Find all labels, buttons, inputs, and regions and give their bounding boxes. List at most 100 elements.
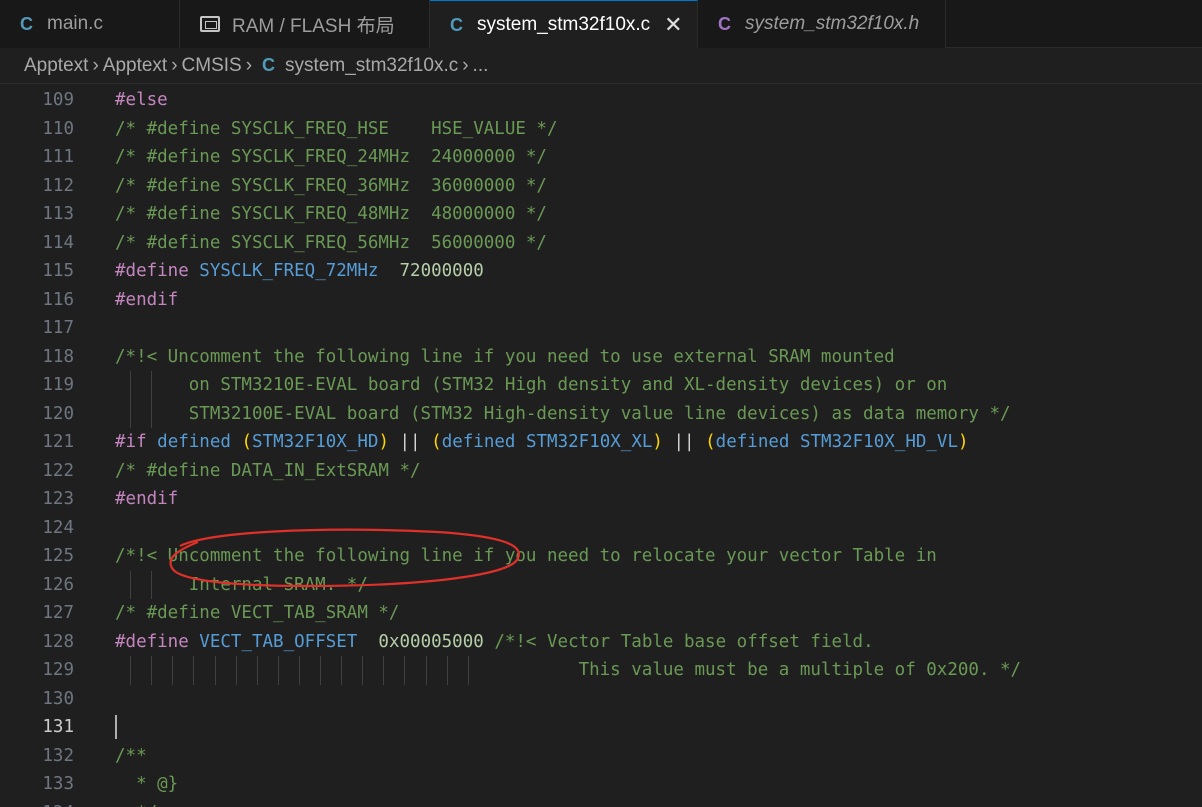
code-line[interactable]: 126 Internal SRAM. */ <box>0 570 1202 600</box>
token-com: /* #define SYSCLK_FREQ_24MHz 24000000 */ <box>115 147 547 167</box>
code-line[interactable]: 131 <box>0 713 1202 742</box>
token-com: /*!< Vector Table base offset field. <box>494 631 874 652</box>
code-line[interactable]: 130 <box>0 685 1202 714</box>
line-number: 129 <box>42 660 74 680</box>
line-number: 116 <box>42 289 74 310</box>
chevron-right-icon: › <box>92 54 99 76</box>
line-number: 119 <box>42 375 74 395</box>
code-line[interactable]: 133 * @} <box>0 770 1202 799</box>
token-com: /** <box>115 745 147 766</box>
code-text: /*!< Uncomment the following line if you… <box>115 542 937 571</box>
token-pp: #else <box>115 90 168 110</box>
code-text: Internal SRAM. */ <box>115 571 368 600</box>
token-par: ) <box>378 432 389 452</box>
code-line[interactable]: 122 /* #define DATA_IN_ExtSRAM */ <box>0 457 1202 486</box>
code-line[interactable]: 115 #define SYSCLK_FREQ_72MHz 72000000 <box>0 257 1202 286</box>
code-text: /* #define SYSCLK_FREQ_48MHz 48000000 */ <box>115 200 547 229</box>
code-line[interactable]: 125 /*!< Uncomment the following line if … <box>0 542 1202 571</box>
code-line[interactable]: 118 /*!< Uncomment the following line if … <box>0 343 1202 372</box>
token-pp: #endif <box>115 289 179 310</box>
token-com: /* #define SYSCLK_FREQ_36MHz 36000000 */ <box>115 175 547 196</box>
tab-2[interactable]: Csystem_stm32f10x.c ✕ <box>430 0 698 49</box>
code-line[interactable]: 112 /* #define SYSCLK_FREQ_36MHz 36000000… <box>0 172 1202 201</box>
code-line[interactable]: 121 #if defined (STM32F10X_HD) || (define… <box>0 428 1202 457</box>
code-line[interactable]: 129 This value must be a multiple of 0x2… <box>0 656 1202 685</box>
tab-bar: Cmain.c RAM / FLASH 布局 Csystem_stm32f10x.c… <box>0 0 1202 49</box>
code-line[interactable]: 124 <box>0 514 1202 543</box>
text-cursor <box>115 715 117 739</box>
code-line[interactable]: 116 #endif <box>0 286 1202 315</box>
code-text: #define SYSCLK_FREQ_72MHz 72000000 <box>115 257 484 286</box>
code-line[interactable]: 123 #endif <box>0 485 1202 514</box>
token-com: /*!< Uncomment the following line if you… <box>115 546 937 566</box>
code-text: on STM3210E-EVAL board (STM32 High densi… <box>115 371 948 400</box>
token-mac: VECT_TAB_OFFSET <box>199 631 358 652</box>
token-com: /*!< Uncomment the following line if you… <box>115 346 895 367</box>
code-line[interactable]: 111 /* #define SYSCLK_FREQ_24MHz 24000000… <box>0 143 1202 172</box>
line-number: 125 <box>42 546 74 566</box>
line-number: 133 <box>42 774 74 794</box>
token-par: ) <box>652 432 663 452</box>
breadcrumb-tail[interactable]: ... <box>473 55 489 77</box>
line-number: 132 <box>42 745 74 766</box>
token-mac: STM32F10X_XL <box>525 432 653 452</box>
tab-label: system_stm32f10x.c <box>477 14 651 35</box>
line-number: 114 <box>42 232 74 253</box>
token-pp: #define <box>115 631 200 652</box>
code-line[interactable]: 110 /* #define SYSCLK_FREQ_HSE HSE_VALUE … <box>0 115 1202 144</box>
token-com: STM32100E-EVAL board (STM32 High-density… <box>115 403 1011 424</box>
code-line[interactable]: 114 /* #define SYSCLK_FREQ_56MHz 56000000… <box>0 229 1202 258</box>
token-def: defined <box>715 432 800 452</box>
chevron-right-icon: › <box>462 54 469 76</box>
token-com: */ <box>115 803 157 807</box>
token-par: ( <box>431 432 442 452</box>
tab-3[interactable]: Csystem_stm32f10x.h <box>698 0 946 48</box>
line-number: 123 <box>42 489 74 509</box>
close-icon[interactable]: ✕ <box>664 12 682 38</box>
code-line[interactable]: 134 */ <box>0 799 1202 807</box>
token-par: ) <box>958 432 969 452</box>
c-file-icon: C <box>450 14 463 35</box>
code-line[interactable]: 128 #define VECT_TAB_OFFSET 0x00005000 /*… <box>0 628 1202 657</box>
breadcrumb-item[interactable]: Apptext <box>103 55 167 77</box>
token-par: ( <box>705 432 716 452</box>
breadcrumb-item[interactable]: CMSIS <box>182 55 242 77</box>
code-text: /* #define VECT_TAB_SRAM */ <box>115 599 399 628</box>
line-number: 122 <box>42 460 74 481</box>
h-file-icon: C <box>718 13 731 34</box>
token-com: /* #define VECT_TAB_SRAM */ <box>115 603 400 623</box>
code-text: This value must be a multiple of 0x200. … <box>115 656 1022 685</box>
tab-label: system_stm32f10x.h <box>745 13 920 34</box>
tab-0[interactable]: Cmain.c <box>0 0 180 48</box>
line-number: 128 <box>42 631 74 652</box>
line-number: 126 <box>42 574 74 595</box>
code-editor[interactable]: 109 #else 110 /* #define SYSCLK_FREQ_HSE HS… <box>0 85 1202 807</box>
breadcrumb-file[interactable]: system_stm32f10x.c <box>285 55 458 77</box>
tab-label: main.c <box>47 13 103 34</box>
tab-1[interactable]: RAM / FLASH 布局 <box>180 0 430 48</box>
code-line[interactable]: 127 /* #define VECT_TAB_SRAM */ <box>0 599 1202 628</box>
code-line[interactable]: 120 STM32100E-EVAL board (STM32 High-den… <box>0 399 1202 428</box>
code-text: /* #define SYSCLK_FREQ_36MHz 36000000 */ <box>115 172 547 201</box>
token-com: /* #define SYSCLK_FREQ_48MHz 48000000 */ <box>115 204 547 224</box>
code-text: /*!< Uncomment the following line if you… <box>115 343 895 372</box>
line-number: 127 <box>42 603 74 623</box>
line-number: 117 <box>42 318 74 338</box>
code-line[interactable]: 132 /** <box>0 742 1202 771</box>
code-line[interactable]: 119 on STM3210E-EVAL board (STM32 High d… <box>0 371 1202 400</box>
token-com: * @} <box>115 774 179 794</box>
code-line[interactable]: 113 /* #define SYSCLK_FREQ_48MHz 48000000… <box>0 200 1202 229</box>
token-mac: STM32F10X_HD <box>252 432 379 452</box>
code-text: /** <box>115 742 147 771</box>
token-pl: || <box>388 432 432 452</box>
tab-label: RAM / FLASH 布局 <box>232 15 395 37</box>
line-number: 112 <box>42 175 74 196</box>
code-line[interactable]: 109 #else <box>0 86 1202 115</box>
code-line[interactable]: 117 <box>0 314 1202 343</box>
breadcrumb-item[interactable]: Apptext <box>24 55 88 77</box>
token-num: 72000000 <box>399 261 484 281</box>
line-number: 111 <box>42 147 74 167</box>
